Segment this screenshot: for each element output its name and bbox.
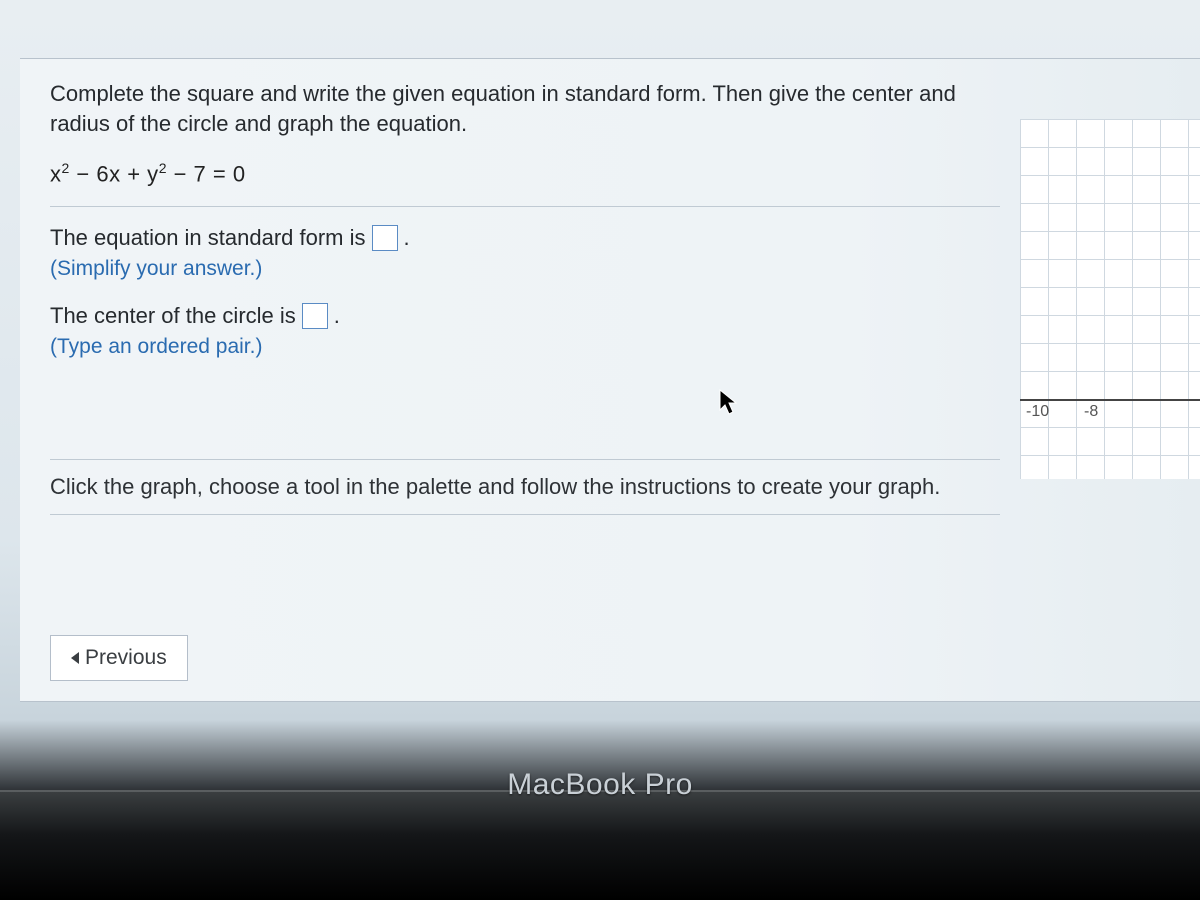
coordinate-grid[interactable]: -10 -8 [1020, 119, 1200, 479]
standard-form-post: . [404, 225, 410, 251]
standard-form-prompt: The equation in standard form is . [50, 225, 1000, 251]
graph-instruction-text: Click the graph, choose a tool in the pa… [50, 459, 1000, 515]
previous-button[interactable]: Previous [50, 635, 188, 681]
equation-display: x2 − 6x + y2 − 7 = 0 [50, 160, 1000, 187]
triangle-left-icon [71, 652, 79, 664]
center-prompt: The center of the circle is . [50, 303, 1000, 329]
divider [50, 206, 1000, 207]
previous-label: Previous [85, 646, 167, 670]
instruction-text: Complete the square and write the given … [50, 79, 1000, 138]
device-label: MacBook Pro [507, 768, 693, 802]
standard-form-pre: The equation in standard form is [50, 225, 366, 251]
center-pre: The center of the circle is [50, 303, 296, 329]
tick-label-neg8: -8 [1084, 403, 1098, 421]
laptop-hinge: MacBook Pro [0, 790, 1200, 900]
question-panel: Complete the square and write the given … [20, 58, 1200, 702]
standard-form-hint: (Simplify your answer.) [50, 257, 1000, 281]
standard-form-input[interactable] [372, 225, 398, 251]
center-hint: (Type an ordered pair.) [50, 335, 1000, 359]
question-column: Complete the square and write the given … [50, 79, 1000, 681]
center-post: . [334, 303, 340, 329]
x-axis [1020, 399, 1200, 401]
tick-label-neg10: -10 [1026, 403, 1049, 421]
center-input[interactable] [302, 303, 328, 329]
graph-column: -10 -8 [1020, 79, 1200, 681]
